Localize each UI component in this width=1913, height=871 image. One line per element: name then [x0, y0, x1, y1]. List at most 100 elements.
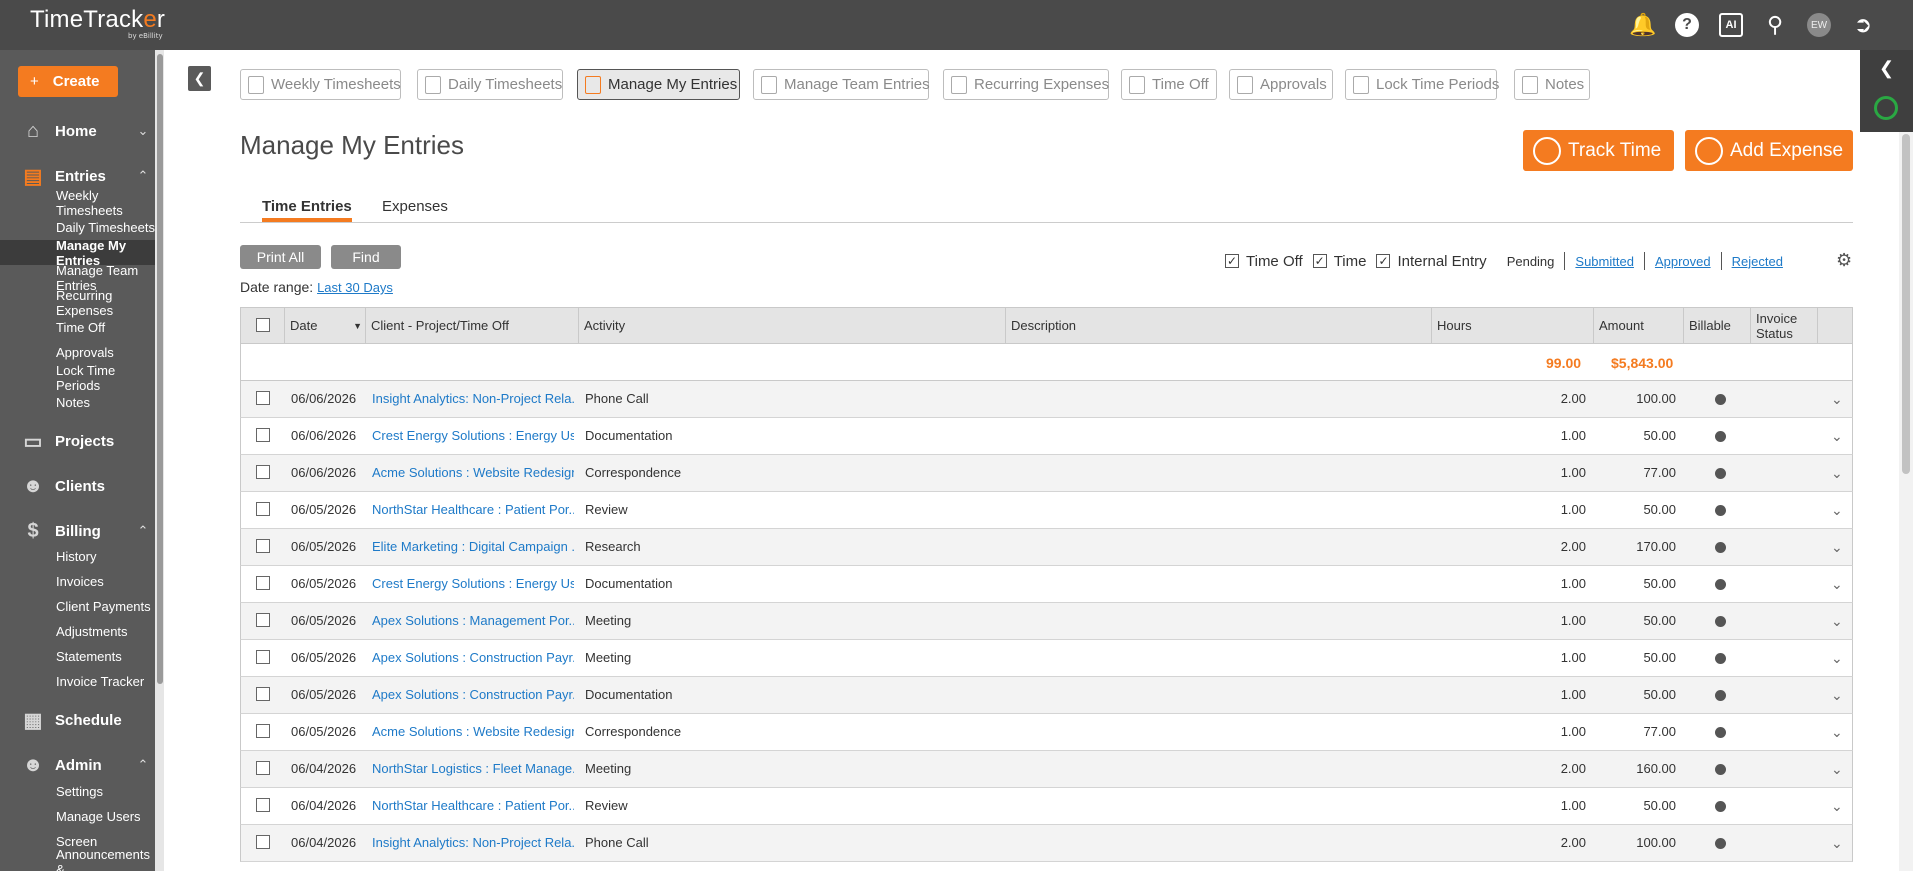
row-checkbox[interactable] — [256, 761, 270, 775]
help-icon[interactable]: ? — [1665, 0, 1709, 50]
chevron-down-icon[interactable]: ⌄ — [1831, 761, 1843, 778]
page-scroll-thumb[interactable] — [1902, 134, 1910, 474]
row-checkbox[interactable] — [256, 428, 270, 442]
table-row[interactable]: 06/06/2026 Crest Energy Solutions : Energ… — [240, 418, 1853, 455]
col-amount[interactable]: Amount — [1594, 308, 1684, 343]
logout-icon[interactable]: ➲ — [1841, 0, 1885, 50]
chevron-down-icon[interactable]: ⌄ — [1831, 835, 1843, 852]
table-row[interactable]: 06/05/2026 Apex Solutions : Construction … — [240, 640, 1853, 677]
sidebar-scroll-thumb[interactable] — [157, 54, 163, 684]
row-client-project-link[interactable]: NorthStar Logistics : Fleet Manage... — [372, 761, 574, 776]
chevron-down-icon[interactable]: ⌄ — [1831, 465, 1843, 482]
chevron-left-icon[interactable]: ❮ — [1860, 58, 1913, 79]
tab-manage-my-entries[interactable]: Manage My Entries — [577, 69, 740, 100]
checkbox-checked[interactable]: ✓ — [1225, 254, 1239, 268]
sidebar-item-recurring-expenses[interactable]: Recurring Expenses — [0, 288, 155, 318]
collapse-sidebar-button[interactable]: ❮ — [188, 66, 211, 91]
tab-time-entries[interactable]: Time Entries — [262, 198, 352, 222]
chevron-down-icon[interactable]: ⌄ — [1831, 798, 1843, 815]
track-time-button[interactable]: Track Time — [1523, 130, 1674, 171]
row-checkbox[interactable] — [256, 502, 270, 516]
table-row[interactable]: 06/05/2026 Apex Solutions : Management Po… — [240, 603, 1853, 640]
select-all[interactable] — [241, 308, 285, 343]
sidebar-section-clients[interactable]: ☻ Clients — [0, 471, 155, 501]
row-client-project-link[interactable]: Insight Analytics: Non-Project Rela... — [372, 835, 574, 850]
row-checkbox[interactable] — [256, 687, 270, 701]
row-checkbox[interactable] — [256, 391, 270, 405]
table-row[interactable]: 06/04/2026 Insight Analytics: Non-Project… — [240, 825, 1853, 862]
chevron-down-icon[interactable]: ⌄ — [1831, 502, 1843, 519]
tab-approvals[interactable]: Approvals — [1229, 69, 1333, 100]
sidebar-item-daily-timesheets[interactable]: Daily Timesheets — [0, 215, 155, 240]
table-row[interactable]: 06/05/2026 Acme Solutions : Website Redes… — [240, 714, 1853, 751]
sidebar-item-approvals[interactable]: Approvals — [0, 340, 155, 365]
row-client-project-link[interactable]: Insight Analytics: Non-Project Rela... — [372, 391, 574, 406]
col-activity[interactable]: Activity — [579, 308, 1006, 343]
col-date[interactable]: Date ▼ — [285, 308, 366, 343]
select-all-checkbox[interactable] — [256, 318, 270, 332]
table-row[interactable]: 06/05/2026 Apex Solutions : Construction … — [240, 677, 1853, 714]
find-button[interactable]: Find — [331, 245, 401, 269]
tab-daily-timesheets[interactable]: Daily Timesheets — [417, 69, 563, 100]
user-avatar[interactable]: EW — [1797, 0, 1841, 50]
tab-recurring-expenses[interactable]: Recurring Expenses — [943, 69, 1109, 100]
table-row[interactable]: 06/05/2026 Crest Energy Solutions : Energ… — [240, 566, 1853, 603]
sidebar-section-admin[interactable]: ☻ Admin ⌃ — [0, 750, 155, 780]
filter-internal-entry[interactable]: ✓ Internal Entry — [1376, 253, 1487, 270]
sidebar-section-home[interactable]: ⌂ Home ⌄ — [0, 116, 155, 146]
sidebar-item-manage-my-entries[interactable]: Manage My Entries — [0, 238, 155, 268]
sidebar-item-manage-users[interactable]: Manage Users — [0, 804, 155, 829]
status-approved[interactable]: Approved — [1645, 254, 1721, 269]
status-rejected[interactable]: Rejected — [1722, 254, 1793, 269]
chevron-down-icon[interactable]: ⌄ — [1831, 391, 1843, 408]
status-submitted[interactable]: Submitted — [1565, 254, 1644, 269]
col-billable[interactable]: Billable — [1684, 308, 1751, 343]
row-checkbox[interactable] — [256, 465, 270, 479]
sidebar-item-announcements[interactable]: Announcements & — [0, 847, 155, 871]
gear-icon[interactable]: ⚙ — [1836, 250, 1852, 271]
row-client-project-link[interactable]: Apex Solutions : Management Por... — [372, 613, 574, 628]
row-client-project-link[interactable]: Apex Solutions : Construction Payr... — [372, 650, 574, 665]
row-checkbox[interactable] — [256, 576, 270, 590]
status-pending[interactable]: Pending — [1497, 254, 1565, 269]
chevron-up-icon[interactable]: ⌃ — [131, 757, 155, 773]
timer-clock-icon[interactable] — [1874, 96, 1898, 120]
checkbox-checked[interactable]: ✓ — [1376, 254, 1391, 268]
notifications-bell-icon[interactable]: 🔔 — [1621, 0, 1665, 50]
sidebar-item-time-off[interactable]: Time Off — [0, 315, 155, 340]
tab-notes[interactable]: Notes — [1514, 69, 1590, 100]
chevron-up-icon[interactable]: ⌃ — [131, 523, 155, 539]
chevron-down-icon[interactable]: ⌄ — [131, 123, 155, 139]
print-all-button[interactable]: Print All — [240, 245, 321, 269]
sidebar-item-weekly-timesheets[interactable]: Weekly Timesheets — [0, 188, 155, 218]
chevron-down-icon[interactable]: ⌄ — [1831, 613, 1843, 630]
sidebar-item-invoice-tracker[interactable]: Invoice Tracker — [0, 669, 155, 694]
col-invoice-status[interactable]: Invoice Status — [1751, 308, 1818, 343]
tab-manage-team-entries[interactable]: Manage Team Entries — [753, 69, 930, 100]
table-row[interactable]: 06/06/2026 Insight Analytics: Non-Project… — [240, 381, 1853, 418]
tab-lock-time-periods[interactable]: Lock Time Periods — [1345, 69, 1499, 100]
sidebar-item-history[interactable]: History — [0, 544, 155, 569]
table-row[interactable]: 06/04/2026 NorthStar Healthcare : Patient… — [240, 788, 1853, 825]
row-client-project-link[interactable]: NorthStar Healthcare : Patient Por... — [372, 798, 574, 813]
table-row[interactable]: 06/05/2026 Elite Marketing : Digital Camp… — [240, 529, 1853, 566]
row-checkbox[interactable] — [256, 613, 270, 627]
row-checkbox[interactable] — [256, 724, 270, 738]
search-icon[interactable]: ⚲ — [1753, 0, 1797, 50]
ai-assistant-icon[interactable]: AI — [1709, 0, 1753, 50]
col-client-project[interactable]: Client - Project/Time Off — [366, 308, 579, 343]
row-checkbox[interactable] — [256, 650, 270, 664]
tab-weekly-timesheets[interactable]: Weekly Timesheets — [240, 69, 401, 100]
create-button[interactable]: + Create — [18, 66, 118, 97]
date-range-link[interactable]: Last 30 Days — [317, 280, 393, 295]
row-client-project-link[interactable]: NorthStar Healthcare : Patient Por... — [372, 502, 574, 517]
row-client-project-link[interactable]: Apex Solutions : Construction Payr... — [372, 687, 574, 702]
table-row[interactable]: 06/05/2026 NorthStar Healthcare : Patient… — [240, 492, 1853, 529]
sidebar-item-notes[interactable]: Notes — [0, 390, 155, 415]
sidebar-section-billing[interactable]: $ Billing ⌃ — [0, 516, 155, 546]
sidebar-item-lock-time-periods[interactable]: Lock Time Periods — [0, 363, 155, 393]
chevron-down-icon[interactable]: ⌄ — [1831, 576, 1843, 593]
chevron-down-icon[interactable]: ⌄ — [1831, 724, 1843, 741]
sidebar-item-invoices[interactable]: Invoices — [0, 569, 155, 594]
row-checkbox[interactable] — [256, 835, 270, 849]
